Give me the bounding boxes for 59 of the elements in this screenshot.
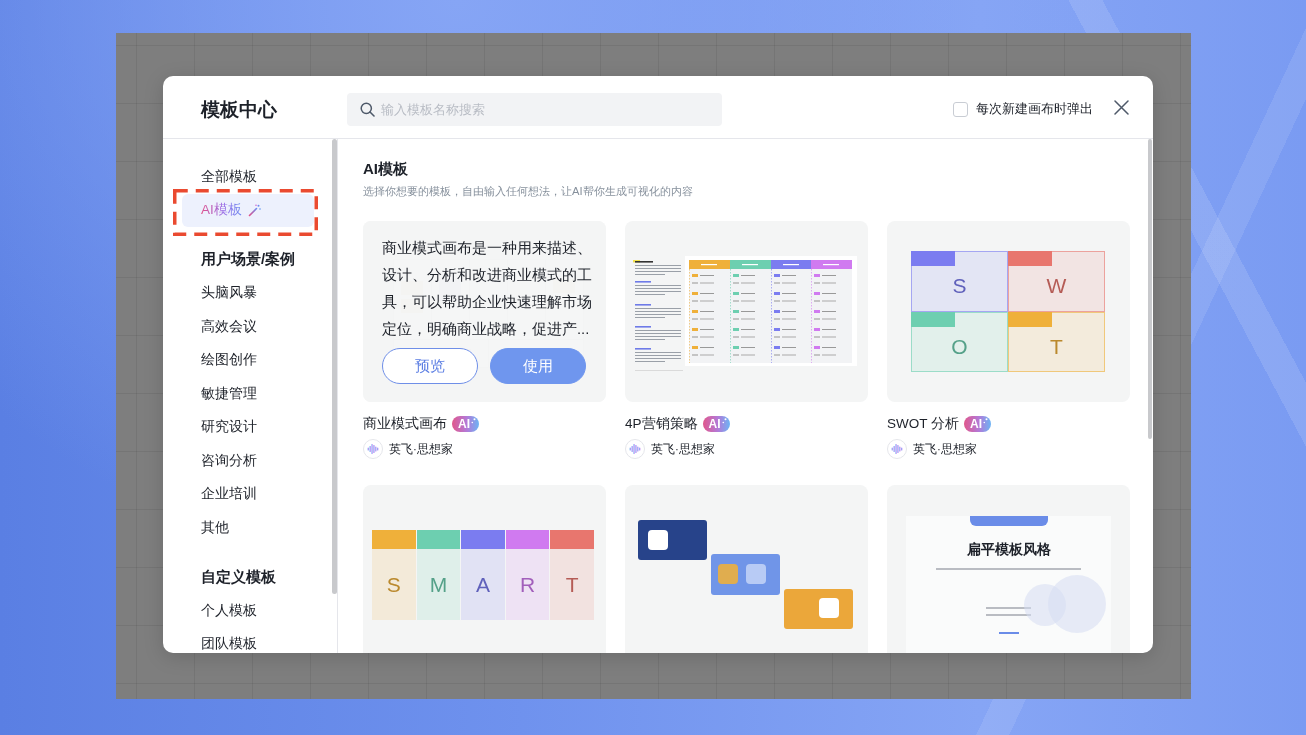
sparkle-icon	[721, 418, 727, 424]
column-letter: A	[475, 572, 490, 597]
cell-letter: T	[1050, 334, 1063, 359]
magic-wand-icon	[247, 203, 261, 217]
preview-button[interactable]: 预览	[382, 348, 478, 384]
sidebar-item[interactable]: 团队模板	[182, 627, 314, 653]
sidebar-item[interactable]: 全部模板	[182, 160, 314, 194]
cell-letter: W	[1046, 274, 1067, 299]
template-title: SWOT 分析	[887, 415, 959, 433]
template-thumbnail[interactable]: S W O T	[887, 221, 1130, 402]
sparkle-icon	[983, 418, 988, 424]
template-thumbnail[interactable]	[625, 485, 868, 653]
cell-letter: O	[951, 334, 968, 359]
slide-title: 扁平模板风格	[966, 540, 1051, 559]
accent-line	[998, 632, 1019, 634]
column-letter: T	[565, 572, 579, 597]
popup-checkbox[interactable]	[953, 101, 968, 117]
column-letter: M	[429, 572, 448, 597]
sidebar-item[interactable]: 个人模板	[182, 594, 314, 628]
sidebar-heading: 用户场景/案例	[200, 249, 297, 270]
sidebar-item[interactable]: 高效会议	[182, 310, 314, 344]
sparkle-icon	[471, 418, 476, 424]
sidebar-item[interactable]: 企业培训	[182, 477, 314, 511]
text-line	[986, 614, 1031, 616]
template-thumbnail[interactable]: 扁平模板风格	[887, 485, 1130, 653]
sidebar-item[interactable]: 头脑风暴	[182, 276, 314, 310]
sidebar-item[interactable]: 研究设计	[182, 410, 314, 444]
section-subtitle: 选择你想要的模板，自由输入任何想法，让AI帮你生成可视化的内容	[363, 184, 694, 199]
template-title: 4P营销策略	[625, 415, 698, 433]
template-title: 商业模式画布	[363, 415, 447, 433]
close-icon	[1113, 99, 1129, 115]
sidebar-heading: 自定义模板	[200, 566, 277, 587]
sidebar-item[interactable]: 咨询分析	[182, 444, 314, 478]
ai-label: AI	[458, 416, 470, 432]
close-button[interactable]	[1113, 99, 1129, 115]
column-letter: R	[520, 572, 536, 597]
author-name: 英飞·思想家	[913, 441, 977, 457]
sidebar-item[interactable]: 其他	[182, 511, 314, 545]
cell-letter: S	[952, 274, 967, 299]
waveform-icon	[363, 439, 383, 459]
template-description: 商业模式画布是一种用来描述、设计、分析和改进商业模式的工具，可以帮助企业快速理解市场定位，明确商业战略，促进产...	[382, 239, 593, 339]
sidebar-item[interactable]: 绘图创作	[182, 343, 314, 377]
scrollbar-thumb[interactable]	[332, 139, 337, 594]
template-thumbnail[interactable]	[625, 221, 868, 402]
dialog-title: 模板中心	[201, 97, 278, 122]
checkbox-label: 每次新建画布时弹出	[976, 100, 1093, 118]
template-thumbnail[interactable]: S M A R T	[363, 485, 606, 653]
sidebar-item[interactable]: 敏捷管理	[182, 377, 314, 411]
section-title: AI模板	[363, 159, 409, 179]
waveform-icon	[887, 439, 907, 459]
author-name: 英飞·思想家	[651, 441, 715, 457]
search-icon	[360, 101, 375, 117]
ai-label: AI	[970, 416, 982, 432]
ai-label: AI	[708, 416, 721, 432]
author-name: 英飞·思想家	[389, 441, 453, 457]
text-line	[986, 607, 1031, 609]
scrollbar-thumb[interactable]	[1148, 139, 1152, 439]
column-letter: S	[386, 572, 401, 597]
waveform-icon	[625, 439, 645, 459]
